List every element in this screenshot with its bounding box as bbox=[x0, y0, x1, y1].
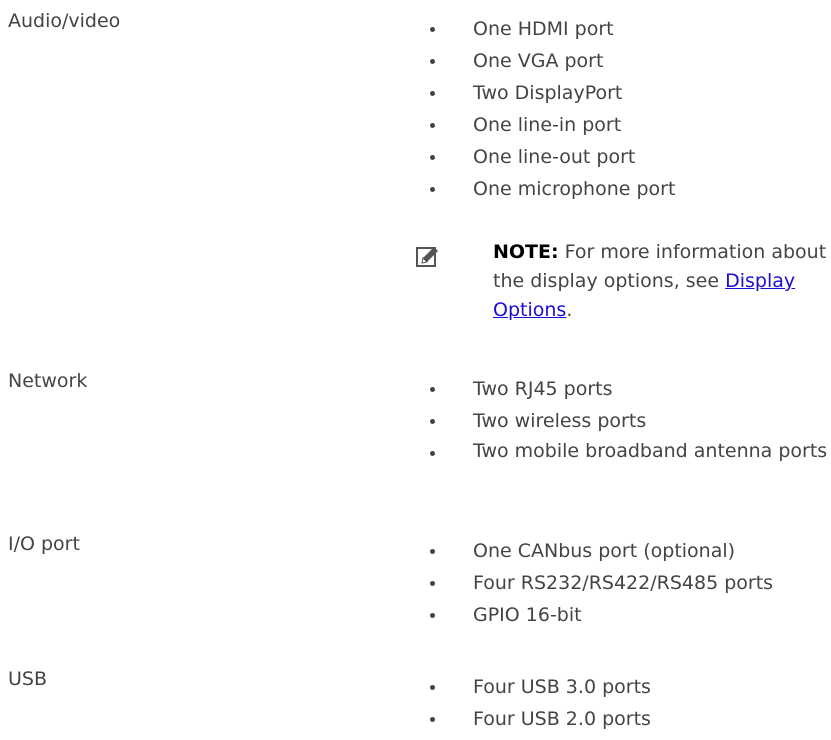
row-label-audio-video: Audio/video bbox=[8, 10, 121, 32]
note-box: NOTE: For more information about the dis… bbox=[412, 238, 827, 325]
row-label-network: Network bbox=[8, 370, 88, 392]
row-label-io-port: I/O port bbox=[8, 533, 80, 555]
list-item: Two RJ45 ports bbox=[426, 377, 828, 401]
audio-video-port-list: One HDMI port One VGA port Two DisplayPo… bbox=[426, 17, 675, 209]
list-item: Four USB 3.0 ports bbox=[426, 675, 651, 699]
usb-port-list: Four USB 3.0 ports Four USB 2.0 ports bbox=[426, 675, 651, 739]
list-item: GPIO 16-bit bbox=[426, 603, 773, 627]
note-suffix: . bbox=[566, 299, 573, 321]
list-item: One microphone port bbox=[426, 177, 675, 201]
note-text: NOTE: For more information about the dis… bbox=[493, 238, 827, 325]
network-port-list: Two RJ45 ports Two wireless ports Two mo… bbox=[426, 377, 828, 470]
pencil-note-icon bbox=[416, 247, 438, 267]
list-item: Two wireless ports bbox=[426, 409, 828, 433]
list-item: One VGA port bbox=[426, 49, 675, 73]
row-label-usb: USB bbox=[8, 668, 48, 690]
list-item: Two mobile broadband antenna ports bbox=[426, 441, 828, 462]
list-item: One CANbus port (optional) bbox=[426, 539, 773, 563]
list-item: Four USB 2.0 ports bbox=[426, 707, 651, 731]
list-item: One HDMI port bbox=[426, 17, 675, 41]
note-label: NOTE: bbox=[493, 241, 559, 263]
list-item: Two DisplayPort bbox=[426, 81, 675, 105]
list-item: One line-in port bbox=[426, 113, 675, 137]
list-item: Four RS232/RS422/RS485 ports bbox=[426, 571, 773, 595]
list-item: One line-out port bbox=[426, 145, 675, 169]
io-port-list: One CANbus port (optional) Four RS232/RS… bbox=[426, 539, 773, 635]
